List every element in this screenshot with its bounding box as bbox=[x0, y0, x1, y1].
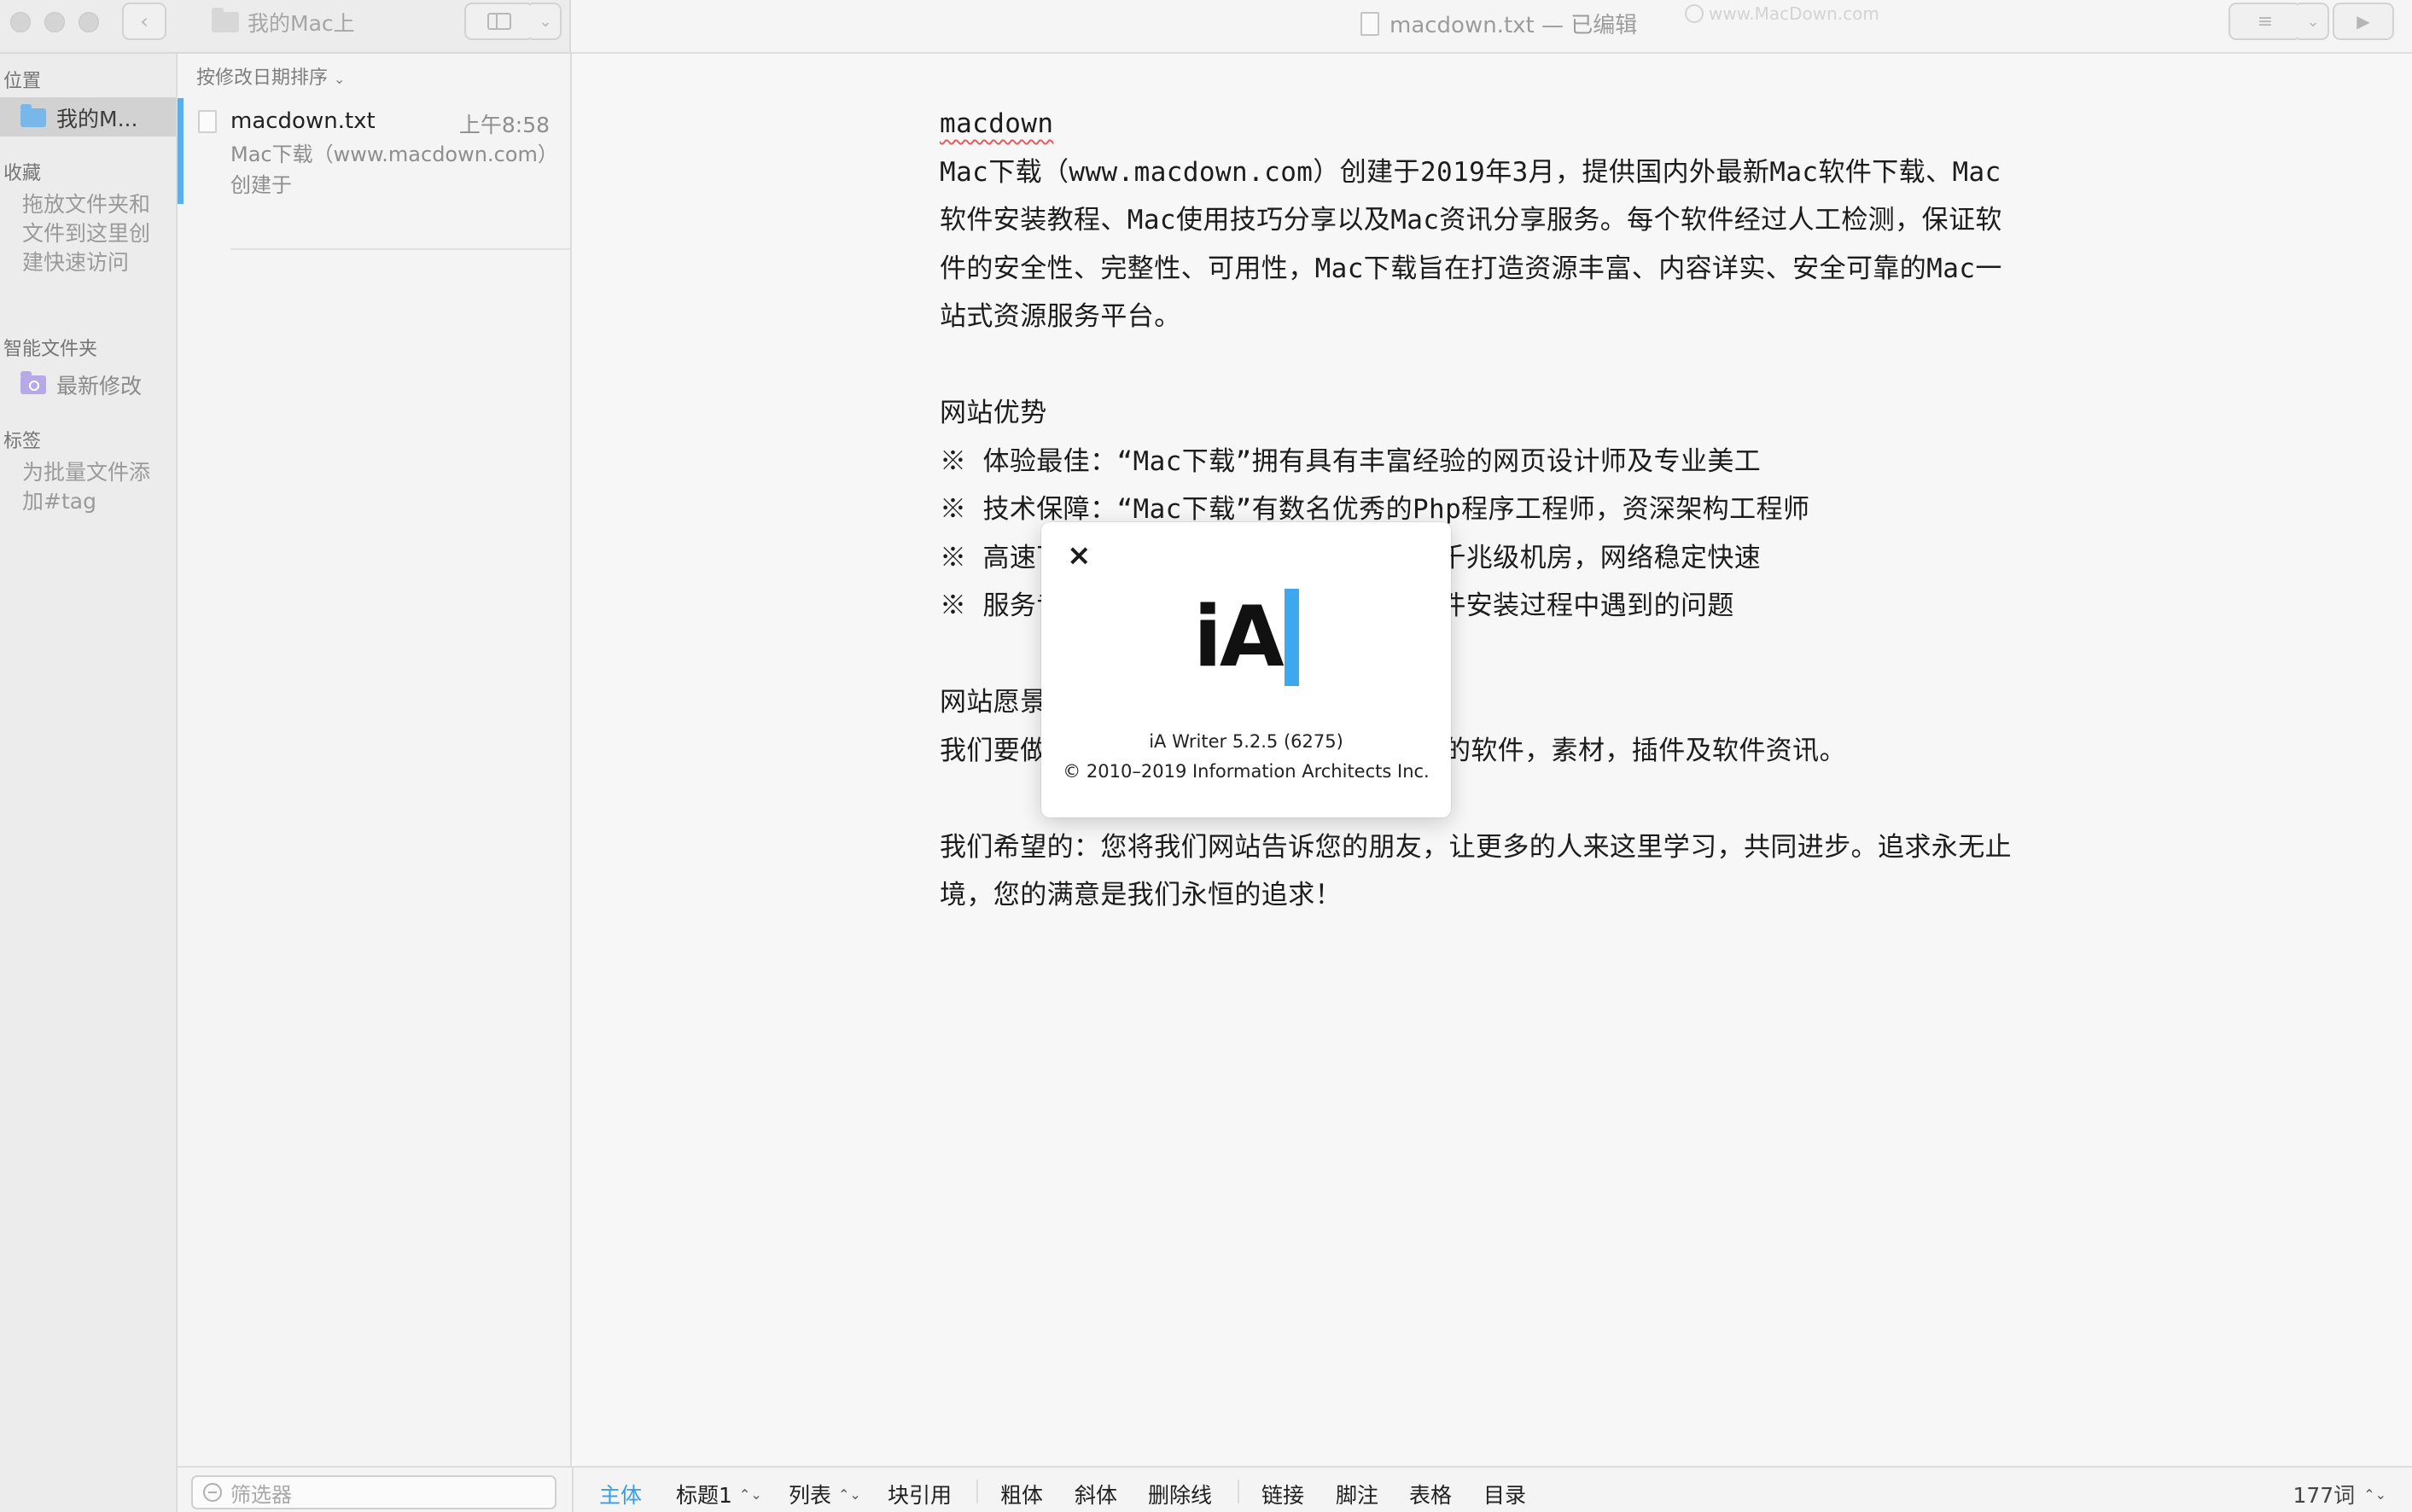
sort-menu[interactable]: 按修改日期排序 ⌄ bbox=[196, 62, 345, 90]
format-table-button[interactable]: 表格 bbox=[1409, 1479, 1452, 1509]
watermark-text: www.MacDown.com bbox=[1709, 3, 1879, 24]
document-line: 我们希望的：您将我们网站告诉您的朋友，让更多的人来这里学习，共同进步。追求永无止 bbox=[940, 831, 2012, 863]
bar-divider bbox=[572, 1468, 574, 1512]
format-bold-button[interactable]: 粗体 bbox=[1000, 1479, 1043, 1509]
back-button[interactable]: ‹ bbox=[122, 3, 166, 40]
view-menu-button[interactable]: ⌄ bbox=[531, 3, 562, 40]
folder-location[interactable]: 我的Mac上 bbox=[212, 7, 355, 38]
chevron-left-icon: ‹ bbox=[140, 9, 149, 33]
chevron-down-icon: ⌄ bbox=[2306, 12, 2320, 31]
outline-icon: ≡ bbox=[2257, 10, 2274, 32]
app-copyright: © 2010–2019 Information Architects Inc. bbox=[1063, 761, 1430, 782]
toolbar-separator bbox=[976, 1480, 978, 1503]
watermark-logo-icon bbox=[1685, 4, 1704, 23]
document-line: 境，您的满意是我们永恒的追求！ bbox=[940, 880, 1342, 910]
document-line: ※ 体验最佳：“Mac下载”拥有具有丰富经验的网页设计师及专业美工 bbox=[940, 445, 1762, 477]
file-row[interactable]: macdown.txt 上午8:58 Mac下载（www.macdown.com… bbox=[178, 98, 570, 259]
selection-accent bbox=[178, 98, 184, 204]
zoom-window-button[interactable] bbox=[79, 12, 99, 32]
sort-label: 按修改日期排序 bbox=[196, 67, 329, 89]
document-icon bbox=[198, 110, 217, 133]
folder-name: 我的Mac上 bbox=[248, 11, 355, 36]
window-title: macdown.txt — 已编辑 bbox=[1360, 8, 1637, 39]
ia-writer-window: ‹ 我的Mac上 ⌄ www.MacDown.com macdown.txt —… bbox=[0, 0, 2412, 1512]
document-line: 站式资源服务平台。 bbox=[940, 301, 1181, 332]
toolbar-separator bbox=[1238, 1480, 1239, 1503]
format-heading-label: 标题1 bbox=[676, 1483, 732, 1508]
sidebar-item-label: 我的M... bbox=[56, 107, 138, 131]
favorites-hint: 拖放文件夹和文件到这里创建快速访问 bbox=[22, 192, 151, 275]
title-bar-left: ‹ 我的Mac上 ⌄ bbox=[0, 0, 571, 54]
bottom-bar: 筛选器 主体 标题1 ⌃⌄ 列表 ⌃⌄ 块引用 粗体 斜体 删除线 链接 脚注 … bbox=[178, 1466, 2412, 1512]
sidebar-toggle-button[interactable] bbox=[464, 3, 534, 40]
document-line: 软件安装教程、Mac使用技巧分享以及Mac资讯分享服务。每个软件经过人工检测，保… bbox=[940, 205, 2002, 236]
file-list: 按修改日期排序 ⌄ macdown.txt 上午8:58 Mac下载（www.m… bbox=[178, 54, 572, 1512]
about-dialog: × iA iA Writer 5.2.5 (6275) © 2010–2019 … bbox=[1041, 522, 1451, 817]
editor-pane[interactable]: macdown Mac下载（www.macdown.com）创建于2019年3月，… bbox=[572, 54, 2412, 1466]
word-count[interactable]: 177词 ⌃⌄ bbox=[2293, 1479, 2386, 1509]
format-heading-button[interactable]: 标题1 ⌃⌄ bbox=[676, 1479, 762, 1509]
format-list-button[interactable]: 列表 ⌃⌄ bbox=[789, 1479, 861, 1509]
chevron-down-icon: ⌄ bbox=[334, 71, 346, 87]
format-footnote-button[interactable]: 脚注 bbox=[1336, 1479, 1378, 1509]
outline-button[interactable]: ≡ bbox=[2228, 3, 2302, 40]
title-bar: ‹ 我的Mac上 ⌄ www.MacDown.com macdown.txt —… bbox=[0, 0, 2412, 54]
play-icon: ▶ bbox=[2357, 11, 2370, 32]
smart-folder-icon bbox=[20, 371, 46, 394]
folder-icon bbox=[20, 104, 46, 127]
document-line: 件的安全性、完整性、可用性，Mac下载旨在打造资源丰富、内容详实、安全可靠的Ma… bbox=[940, 253, 2002, 284]
outline-menu-button[interactable]: ⌄ bbox=[2298, 3, 2329, 40]
document-line: 网站优势 bbox=[940, 398, 1047, 428]
file-name: macdown.txt bbox=[230, 108, 376, 134]
row-divider bbox=[230, 248, 570, 250]
document-title-line: macdown bbox=[940, 108, 1054, 139]
format-strikethrough-button[interactable]: 删除线 bbox=[1148, 1479, 1212, 1509]
minimize-window-button[interactable] bbox=[44, 12, 65, 32]
format-link-button[interactable]: 链接 bbox=[1261, 1479, 1304, 1509]
format-list-label: 列表 bbox=[789, 1483, 832, 1508]
format-blockquote-button[interactable]: 块引用 bbox=[888, 1479, 952, 1509]
window-title-text: macdown.txt — 已编辑 bbox=[1390, 13, 1638, 38]
sidebar-item-label: 最新修改 bbox=[56, 374, 143, 398]
watermark: www.MacDown.com bbox=[1685, 3, 1879, 24]
tags-hint: 为批量文件添加#tag bbox=[22, 460, 151, 514]
sidebar: 位置 我的M... 收藏 拖放文件夹和文件到这里创建快速访问 智能文件夹 最新修… bbox=[0, 54, 178, 1512]
file-snippet: Mac下载（www.macdown.com）创建于 bbox=[230, 142, 548, 197]
format-body-button[interactable]: 主体 bbox=[599, 1479, 642, 1509]
filter-field[interactable]: 筛选器 bbox=[191, 1475, 556, 1509]
filter-placeholder: 筛选器 bbox=[230, 1482, 292, 1507]
logo-text: iA bbox=[1193, 589, 1284, 686]
close-icon[interactable]: × bbox=[1067, 541, 1092, 570]
format-toc-button[interactable]: 目录 bbox=[1483, 1479, 1526, 1509]
word-count-label: 177词 bbox=[2293, 1483, 2356, 1508]
sidebar-header-favorites: 收藏 bbox=[3, 163, 42, 184]
sidebar-header-tags: 标签 bbox=[3, 431, 42, 452]
preview-button[interactable]: ▶ bbox=[2333, 3, 2394, 40]
up-down-icon: ⌃⌄ bbox=[738, 1486, 762, 1503]
sidebar-header-location: 位置 bbox=[3, 71, 42, 92]
folder-icon bbox=[212, 8, 239, 32]
title-bar-right: www.MacDown.com macdown.txt — 已编辑 ≡ ⌄ ▶ bbox=[571, 0, 2412, 54]
up-down-icon: ⌃⌄ bbox=[838, 1486, 861, 1503]
format-italic-button[interactable]: 斜体 bbox=[1075, 1479, 1117, 1509]
filter-icon bbox=[203, 1483, 222, 1502]
sidebar-item-my-mac[interactable]: 我的M... bbox=[20, 102, 137, 133]
document-icon bbox=[1360, 11, 1379, 36]
chevron-down-icon: ⌄ bbox=[539, 12, 552, 31]
sidebar-toggle-icon bbox=[487, 13, 511, 30]
file-time: 上午8:58 bbox=[458, 113, 550, 137]
up-down-icon: ⌃⌄ bbox=[2363, 1486, 2386, 1503]
close-window-button[interactable] bbox=[10, 12, 31, 32]
sidebar-item-recent[interactable]: 最新修改 bbox=[20, 369, 142, 400]
app-version: iA Writer 5.2.5 (6275) bbox=[1149, 731, 1343, 752]
sidebar-header-smart-folders: 智能文件夹 bbox=[3, 339, 98, 360]
app-logo: iA bbox=[1041, 589, 1451, 686]
logo-cursor-icon bbox=[1284, 589, 1299, 686]
document-line: Mac下载（www.macdown.com）创建于2019年3月，提供国内外最新… bbox=[940, 156, 2001, 188]
